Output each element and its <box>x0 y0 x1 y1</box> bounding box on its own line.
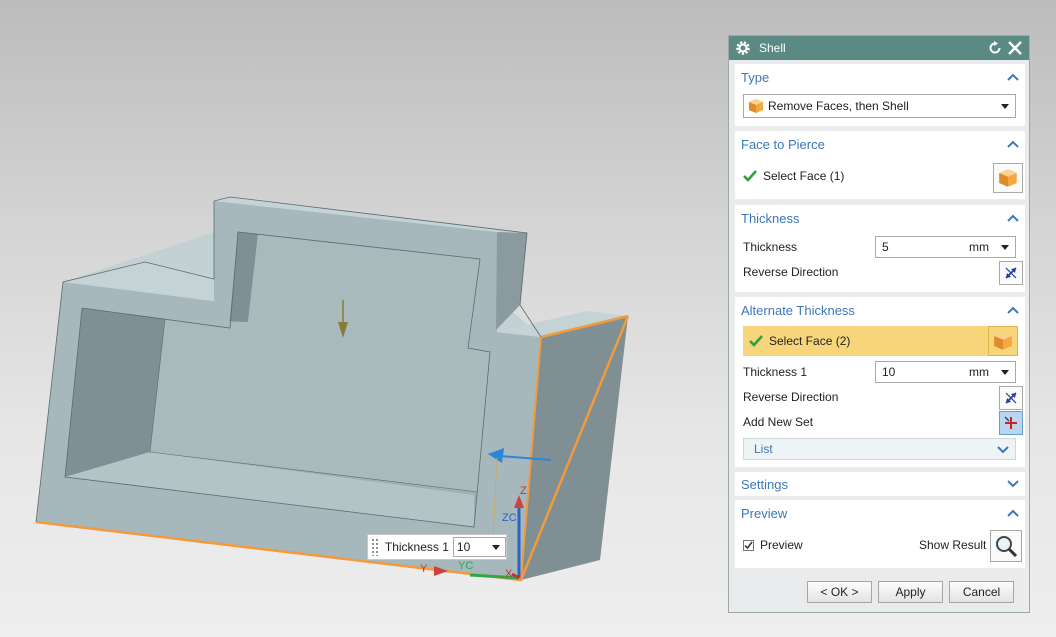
type-select-value: Remove Faces, then Shell <box>768 99 909 113</box>
close-icon[interactable] <box>1007 40 1023 56</box>
add-set-icon <box>1004 416 1017 429</box>
thickness-unit: mm <box>969 240 989 254</box>
drag-handle[interactable] <box>371 538 379 556</box>
chevron-down-icon <box>1001 245 1009 250</box>
chevron-up-icon <box>1007 140 1019 148</box>
chevron-down-icon <box>1007 480 1019 488</box>
chevron-down-icon <box>1001 104 1009 109</box>
chevron-up-icon <box>1007 73 1019 81</box>
cancel-button[interactable]: Cancel <box>949 581 1014 603</box>
chevron-down-icon <box>1001 370 1009 375</box>
preview-heading: Preview <box>741 505 788 521</box>
face-to-pierce-section: Face to Pierce Select Face (1) <box>735 131 1025 199</box>
float-thickness-label: Thickness 1 <box>384 540 449 554</box>
add-new-set-button[interactable] <box>999 411 1023 435</box>
reverse-icon <box>1005 267 1017 279</box>
select-face-2-label: Select Face (2) <box>769 334 851 348</box>
thickness-section: Thickness Thickness 5 mm Reverse Directi… <box>735 205 1025 292</box>
gear-icon <box>736 41 750 55</box>
dialog-titlebar: Shell <box>729 36 1029 60</box>
reset-icon[interactable] <box>987 40 1003 56</box>
thickness-heading: Thickness <box>741 210 800 226</box>
select-face-button[interactable] <box>993 163 1023 193</box>
thickness-1-input[interactable]: 10 mm <box>875 361 1016 383</box>
ok-button[interactable]: < OK > <box>807 581 872 603</box>
thickness-1-value: 10 <box>882 365 896 379</box>
thickness-1-label: Thickness 1 <box>743 365 808 379</box>
chevron-up-icon <box>1007 214 1019 222</box>
alt-reverse-direction-button[interactable] <box>999 386 1023 410</box>
triad-y-label: Y <box>420 563 428 575</box>
apply-button[interactable]: Apply <box>878 581 943 603</box>
face-heading: Face to Pierce <box>741 136 825 152</box>
chevron-up-icon <box>1007 509 1019 517</box>
alt-reverse-direction-label: Reverse Direction <box>743 390 839 404</box>
select-face-2-button[interactable] <box>988 326 1018 356</box>
alt-reverse-direction-row: Reverse Direction <box>743 390 1017 404</box>
alternate-thickness-section: Alternate Thickness Select Face (2) Thic… <box>735 297 1025 467</box>
select-face-label: Select Face (1) <box>763 169 845 183</box>
show-result-button[interactable] <box>990 530 1022 562</box>
preview-checkbox[interactable] <box>743 539 754 551</box>
settings-section-header[interactable]: Settings <box>735 472 1025 496</box>
settings-heading: Settings <box>741 476 788 492</box>
settings-section: Settings <box>735 472 1025 496</box>
type-select[interactable]: Remove Faces, then Shell <box>743 94 1016 118</box>
face-section-header[interactable]: Face to Pierce <box>735 131 1025 157</box>
block-icon <box>994 332 1012 350</box>
preview-section: Preview Preview Show Result <box>735 500 1025 568</box>
select-face-row[interactable]: Select Face (1) <box>743 169 1017 183</box>
check-icon <box>749 335 763 347</box>
triad-z-label: Z <box>520 485 527 497</box>
preview-section-header[interactable]: Preview <box>735 500 1025 526</box>
add-new-set-label: Add New Set <box>743 415 814 429</box>
type-section: Type Remove Faces, then Shell <box>735 64 1025 126</box>
select-face-2-row[interactable]: Select Face (2) <box>743 326 988 356</box>
reverse-direction-button[interactable] <box>999 261 1023 285</box>
check-icon <box>744 541 753 549</box>
list-expander[interactable]: List <box>743 438 1016 460</box>
shell-dialog: Shell Type Remove Faces, then Shell Face… <box>728 35 1030 613</box>
alt-heading: Alternate Thickness <box>741 302 855 318</box>
thickness-section-header[interactable]: Thickness <box>735 205 1025 231</box>
floating-thickness-widget[interactable]: Thickness 1 10 <box>367 534 507 560</box>
thickness-value: 5 <box>882 240 889 254</box>
thickness-1-unit: mm <box>969 365 989 379</box>
triad-yc-label: YC <box>458 560 473 572</box>
thickness-input[interactable]: 5 mm <box>875 236 1016 258</box>
block-icon <box>999 169 1017 187</box>
chevron-down-icon <box>997 446 1009 454</box>
preview-label: Preview <box>760 538 803 552</box>
type-heading: Type <box>741 69 770 85</box>
float-thickness-value: 10 <box>456 540 471 554</box>
thickness-label: Thickness <box>743 240 798 254</box>
type-section-header[interactable]: Type <box>735 64 1025 90</box>
add-new-set-row: Add New Set <box>743 415 1017 429</box>
chevron-up-icon <box>1007 306 1019 314</box>
float-thickness-input[interactable]: 10 <box>452 537 506 557</box>
block-icon <box>749 99 763 113</box>
reverse-direction-label: Reverse Direction <box>743 265 839 279</box>
chevron-down-icon <box>492 545 500 550</box>
dialog-title: Shell <box>759 41 786 55</box>
magnifier-icon <box>996 536 1018 558</box>
triad-zc-label: ZC <box>502 512 517 524</box>
reverse-icon <box>1005 392 1017 404</box>
check-icon <box>743 170 757 182</box>
reverse-direction-row: Reverse Direction <box>743 265 1017 279</box>
alt-section-header[interactable]: Alternate Thickness <box>735 297 1025 323</box>
list-label: List <box>754 442 773 456</box>
show-result-label: Show Result <box>919 538 987 552</box>
triad-x-label: X <box>505 568 513 580</box>
